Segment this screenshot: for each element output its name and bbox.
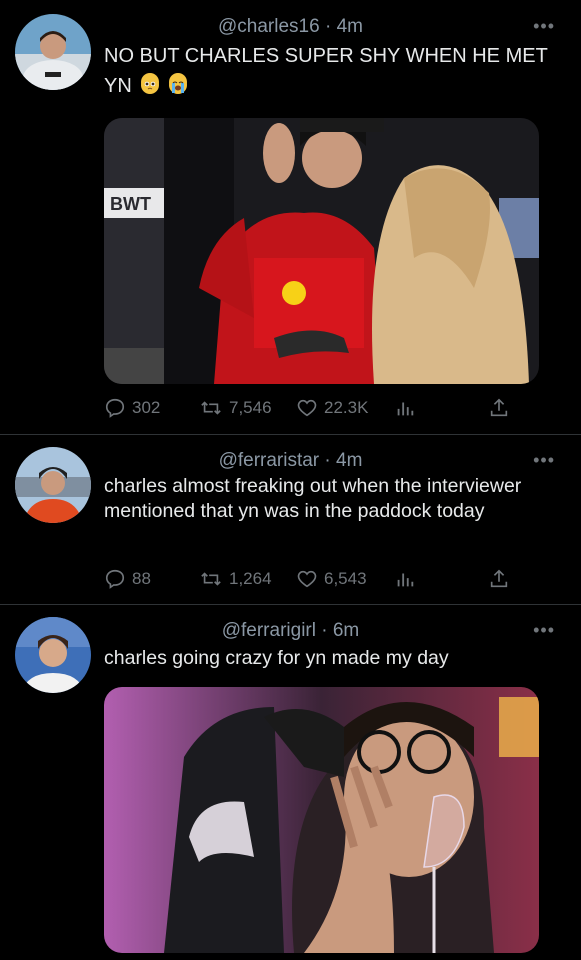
pleading-face-icon [141,73,160,94]
tweet-text: charles almost freaking out when the int… [104,475,522,522]
more-icon[interactable]: ••• [533,16,555,37]
handle[interactable]: @charles16 [218,16,320,37]
tweet-actions: 88 1,264 6,543 [104,564,524,594]
reply-count: 302 [132,398,161,417]
tweet-actions: 302 7,546 22.3K [104,393,524,423]
handle-line: @charles16 · 4m [218,16,363,37]
tweet-text: NO BUT CHARLES SUPER SHY WHEN HE MET YN [104,45,548,97]
like-count: 6,543 [324,569,367,588]
tweet-image[interactable]: BWT [104,118,539,384]
tweet-1[interactable]: @charles16 · 4m ••• NO BUT CHARLES SUPER… [0,0,581,434]
share-button[interactable] [488,564,510,594]
reply-count: 88 [132,569,151,588]
handle-line: @ferraristar · 4m [218,450,363,471]
reply-icon [105,569,125,589]
tweet-3[interactable]: @ferrarigirl · 6m ••• charles going craz… [0,605,581,960]
reply-button[interactable]: 88 [104,564,151,594]
handle[interactable]: @ferrarigirl [222,620,316,641]
like-icon [297,399,317,417]
retweet-icon [201,572,221,586]
retweet-icon [201,401,221,415]
share-button[interactable] [488,393,510,423]
handle[interactable]: @ferraristar [219,450,320,471]
retweet-count: 7,546 [229,398,272,417]
handle-line: @ferrarigirl · 6m [221,620,360,641]
like-icon [297,570,317,588]
share-icon [490,569,508,588]
analytics-button[interactable] [394,564,416,594]
analytics-icon [397,573,414,587]
retweet-count: 1,264 [229,569,272,588]
more-icon[interactable]: ••• [533,450,555,471]
timestamp[interactable]: 4m [337,16,363,37]
tweet-image[interactable] [104,687,539,953]
timestamp[interactable]: 4m [336,450,362,471]
retweet-button[interactable]: 7,546 [199,393,272,423]
analytics-icon [397,402,414,416]
analytics-button[interactable] [394,393,416,423]
loudly-crying-face-icon [168,73,187,94]
tweet-text: charles going crazy for yn made my day [104,647,449,669]
like-button[interactable]: 22.3K [296,393,368,423]
share-icon [490,398,508,417]
like-count: 22.3K [324,398,369,417]
tweet-2[interactable]: @ferraristar · 4m ••• charles almost fre… [0,435,581,605]
retweet-button[interactable]: 1,264 [199,564,272,594]
more-icon[interactable]: ••• [533,620,555,641]
sponsor-logo: BWT [110,194,151,214]
reply-button[interactable]: 302 [104,393,160,423]
timestamp[interactable]: 6m [333,620,359,641]
reply-icon [105,398,125,418]
like-button[interactable]: 6,543 [296,564,367,594]
